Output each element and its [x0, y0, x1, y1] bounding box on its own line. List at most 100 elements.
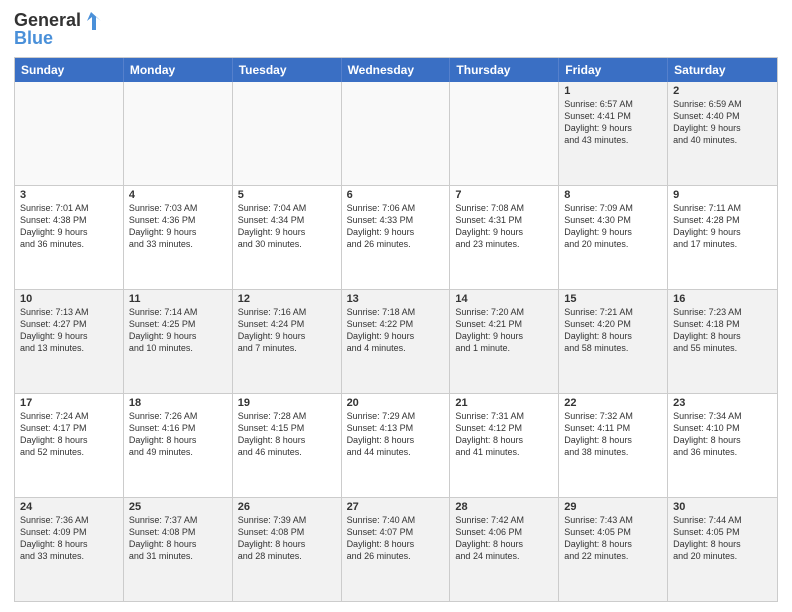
day-number: 3 [20, 189, 118, 201]
cal-cell-4: 4Sunrise: 7:03 AMSunset: 4:36 PMDaylight… [124, 186, 233, 289]
cell-info: Sunrise: 7:28 AMSunset: 4:15 PMDaylight:… [238, 410, 336, 459]
day-number: 9 [673, 189, 772, 201]
cal-cell-12: 12Sunrise: 7:16 AMSunset: 4:24 PMDayligh… [233, 290, 342, 393]
cal-cell-13: 13Sunrise: 7:18 AMSunset: 4:22 PMDayligh… [342, 290, 451, 393]
cell-info: Sunrise: 7:23 AMSunset: 4:18 PMDaylight:… [673, 306, 772, 355]
cell-info: Sunrise: 7:13 AMSunset: 4:27 PMDaylight:… [20, 306, 118, 355]
cal-cell-empty-0-1 [124, 82, 233, 185]
cal-cell-7: 7Sunrise: 7:08 AMSunset: 4:31 PMDaylight… [450, 186, 559, 289]
logo-arrow-icon [83, 10, 105, 32]
day-number: 11 [129, 293, 227, 305]
cal-cell-23: 23Sunrise: 7:34 AMSunset: 4:10 PMDayligh… [668, 394, 777, 497]
cell-info: Sunrise: 7:21 AMSunset: 4:20 PMDaylight:… [564, 306, 662, 355]
cell-info: Sunrise: 7:42 AMSunset: 4:06 PMDaylight:… [455, 514, 553, 563]
calendar: SundayMondayTuesdayWednesdayThursdayFrid… [14, 57, 778, 602]
day-header-saturday: Saturday [668, 58, 777, 82]
cell-info: Sunrise: 7:43 AMSunset: 4:05 PMDaylight:… [564, 514, 662, 563]
cell-info: Sunrise: 6:57 AMSunset: 4:41 PMDaylight:… [564, 98, 662, 147]
cal-cell-26: 26Sunrise: 7:39 AMSunset: 4:08 PMDayligh… [233, 498, 342, 601]
day-number: 8 [564, 189, 662, 201]
calendar-body: 1Sunrise: 6:57 AMSunset: 4:41 PMDaylight… [15, 82, 777, 601]
cal-cell-27: 27Sunrise: 7:40 AMSunset: 4:07 PMDayligh… [342, 498, 451, 601]
cal-cell-14: 14Sunrise: 7:20 AMSunset: 4:21 PMDayligh… [450, 290, 559, 393]
day-header-wednesday: Wednesday [342, 58, 451, 82]
day-number: 1 [564, 85, 662, 97]
cal-cell-empty-0-4 [450, 82, 559, 185]
day-number: 23 [673, 397, 772, 409]
cal-cell-29: 29Sunrise: 7:43 AMSunset: 4:05 PMDayligh… [559, 498, 668, 601]
cell-info: Sunrise: 7:04 AMSunset: 4:34 PMDaylight:… [238, 202, 336, 251]
day-number: 28 [455, 501, 553, 513]
cell-info: Sunrise: 7:14 AMSunset: 4:25 PMDaylight:… [129, 306, 227, 355]
cal-cell-11: 11Sunrise: 7:14 AMSunset: 4:25 PMDayligh… [124, 290, 233, 393]
cell-info: Sunrise: 7:39 AMSunset: 4:08 PMDaylight:… [238, 514, 336, 563]
cell-info: Sunrise: 7:32 AMSunset: 4:11 PMDaylight:… [564, 410, 662, 459]
day-number: 19 [238, 397, 336, 409]
calendar-row-4: 24Sunrise: 7:36 AMSunset: 4:09 PMDayligh… [15, 498, 777, 601]
cell-info: Sunrise: 7:11 AMSunset: 4:28 PMDaylight:… [673, 202, 772, 251]
cal-cell-22: 22Sunrise: 7:32 AMSunset: 4:11 PMDayligh… [559, 394, 668, 497]
cell-info: Sunrise: 7:24 AMSunset: 4:17 PMDaylight:… [20, 410, 118, 459]
cal-cell-6: 6Sunrise: 7:06 AMSunset: 4:33 PMDaylight… [342, 186, 451, 289]
day-header-friday: Friday [559, 58, 668, 82]
cal-cell-21: 21Sunrise: 7:31 AMSunset: 4:12 PMDayligh… [450, 394, 559, 497]
day-number: 6 [347, 189, 445, 201]
page: General Blue SundayMondayTuesdayWednesda… [0, 0, 792, 612]
day-number: 15 [564, 293, 662, 305]
cal-cell-19: 19Sunrise: 7:28 AMSunset: 4:15 PMDayligh… [233, 394, 342, 497]
cell-info: Sunrise: 7:40 AMSunset: 4:07 PMDaylight:… [347, 514, 445, 563]
day-header-thursday: Thursday [450, 58, 559, 82]
day-number: 14 [455, 293, 553, 305]
cell-info: Sunrise: 7:16 AMSunset: 4:24 PMDaylight:… [238, 306, 336, 355]
cal-cell-25: 25Sunrise: 7:37 AMSunset: 4:08 PMDayligh… [124, 498, 233, 601]
cal-cell-9: 9Sunrise: 7:11 AMSunset: 4:28 PMDaylight… [668, 186, 777, 289]
day-header-sunday: Sunday [15, 58, 124, 82]
day-number: 7 [455, 189, 553, 201]
cell-info: Sunrise: 7:37 AMSunset: 4:08 PMDaylight:… [129, 514, 227, 563]
cell-info: Sunrise: 7:01 AMSunset: 4:38 PMDaylight:… [20, 202, 118, 251]
cell-info: Sunrise: 7:26 AMSunset: 4:16 PMDaylight:… [129, 410, 227, 459]
cal-cell-1: 1Sunrise: 6:57 AMSunset: 4:41 PMDaylight… [559, 82, 668, 185]
day-number: 26 [238, 501, 336, 513]
day-number: 29 [564, 501, 662, 513]
cal-cell-empty-0-2 [233, 82, 342, 185]
calendar-row-0: 1Sunrise: 6:57 AMSunset: 4:41 PMDaylight… [15, 82, 777, 186]
cell-info: Sunrise: 7:36 AMSunset: 4:09 PMDaylight:… [20, 514, 118, 563]
cal-cell-28: 28Sunrise: 7:42 AMSunset: 4:06 PMDayligh… [450, 498, 559, 601]
cell-info: Sunrise: 7:06 AMSunset: 4:33 PMDaylight:… [347, 202, 445, 251]
calendar-row-1: 3Sunrise: 7:01 AMSunset: 4:38 PMDaylight… [15, 186, 777, 290]
cell-info: Sunrise: 7:34 AMSunset: 4:10 PMDaylight:… [673, 410, 772, 459]
cal-cell-empty-0-3 [342, 82, 451, 185]
cal-cell-20: 20Sunrise: 7:29 AMSunset: 4:13 PMDayligh… [342, 394, 451, 497]
day-number: 20 [347, 397, 445, 409]
day-number: 21 [455, 397, 553, 409]
cal-cell-8: 8Sunrise: 7:09 AMSunset: 4:30 PMDaylight… [559, 186, 668, 289]
cal-cell-18: 18Sunrise: 7:26 AMSunset: 4:16 PMDayligh… [124, 394, 233, 497]
cell-info: Sunrise: 7:08 AMSunset: 4:31 PMDaylight:… [455, 202, 553, 251]
day-number: 22 [564, 397, 662, 409]
cal-cell-15: 15Sunrise: 7:21 AMSunset: 4:20 PMDayligh… [559, 290, 668, 393]
day-header-monday: Monday [124, 58, 233, 82]
day-number: 24 [20, 501, 118, 513]
cal-cell-2: 2Sunrise: 6:59 AMSunset: 4:40 PMDaylight… [668, 82, 777, 185]
cell-info: Sunrise: 7:31 AMSunset: 4:12 PMDaylight:… [455, 410, 553, 459]
day-number: 5 [238, 189, 336, 201]
cal-cell-10: 10Sunrise: 7:13 AMSunset: 4:27 PMDayligh… [15, 290, 124, 393]
cal-cell-17: 17Sunrise: 7:24 AMSunset: 4:17 PMDayligh… [15, 394, 124, 497]
cell-info: Sunrise: 7:03 AMSunset: 4:36 PMDaylight:… [129, 202, 227, 251]
calendar-row-2: 10Sunrise: 7:13 AMSunset: 4:27 PMDayligh… [15, 290, 777, 394]
cal-cell-3: 3Sunrise: 7:01 AMSunset: 4:38 PMDaylight… [15, 186, 124, 289]
day-number: 12 [238, 293, 336, 305]
day-number: 18 [129, 397, 227, 409]
cell-info: Sunrise: 7:20 AMSunset: 4:21 PMDaylight:… [455, 306, 553, 355]
day-number: 30 [673, 501, 772, 513]
cell-info: Sunrise: 7:29 AMSunset: 4:13 PMDaylight:… [347, 410, 445, 459]
day-number: 27 [347, 501, 445, 513]
calendar-header: SundayMondayTuesdayWednesdayThursdayFrid… [15, 58, 777, 82]
day-number: 16 [673, 293, 772, 305]
cal-cell-16: 16Sunrise: 7:23 AMSunset: 4:18 PMDayligh… [668, 290, 777, 393]
calendar-row-3: 17Sunrise: 7:24 AMSunset: 4:17 PMDayligh… [15, 394, 777, 498]
cell-info: Sunrise: 6:59 AMSunset: 4:40 PMDaylight:… [673, 98, 772, 147]
logo: General Blue [14, 10, 105, 49]
day-number: 25 [129, 501, 227, 513]
